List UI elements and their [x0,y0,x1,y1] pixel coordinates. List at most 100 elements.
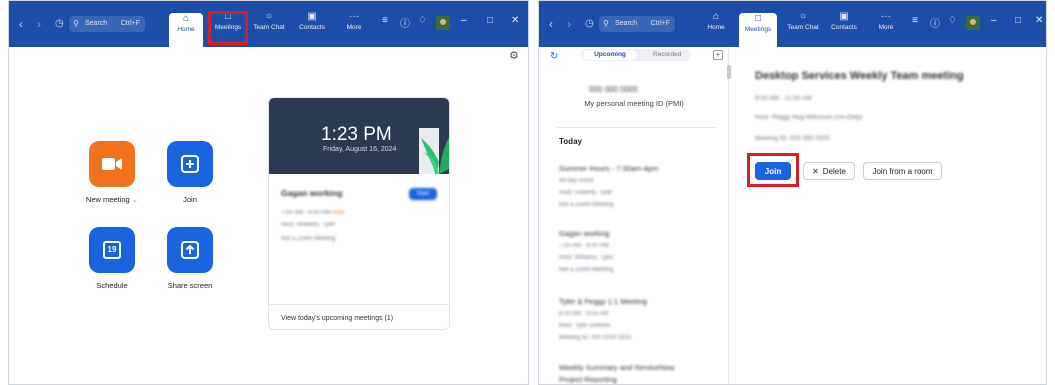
upcoming-meeting-card: 1:23 PM Friday, August 16, 2024 Gagan wo… [268,97,450,330]
list-item-title[interactable]: Weekly Summary and ServiceNow [559,363,674,372]
start-meeting-button[interactable]: Start [409,188,437,200]
view-upcoming-link[interactable]: View today's upcoming meetings (1) [281,315,393,322]
tab-home-label: Home [707,24,725,31]
close-icon[interactable]: ✕ [1035,15,1043,26]
more-icon: ··· [349,11,359,22]
list-item-line: Meeting ID: 000 0000 0000 [559,335,632,341]
tab-contacts-label: Contacts [831,24,857,31]
contacts-icon: ▣ [307,11,317,22]
tab-meetings-label: Meetings [744,26,772,33]
tab-team-chat-label: Team Chat [787,24,819,31]
join-button[interactable] [167,141,213,187]
share-screen-icon [181,241,199,259]
home-icon: ⌂ [712,11,720,22]
highlight-join-button [747,153,799,187]
tab-more-label: More [346,24,362,31]
pmi-label: My personal meeting ID (PMI) [584,99,684,108]
join-label: Join [183,195,197,204]
avatar[interactable] [966,16,980,30]
list-item-line: 8:30 AM - 9:00 AM [559,311,609,317]
back-icon[interactable]: ‹ [549,1,553,47]
list-item-line: Host: Tyler Gribenk [559,323,611,329]
whiteboard-icon[interactable]: ≡ [382,15,388,26]
list-item-title[interactable]: Tyler & Peggy 1:1 Meeting [559,297,647,306]
tab-contacts[interactable]: ▣ Contacts [827,11,861,41]
delete-button[interactable]: ✕ Delete [803,162,855,180]
today-heading: Today [559,137,582,146]
share-screen-button[interactable] [167,227,213,273]
tab-team-chat[interactable]: ○ Team Chat [249,11,289,41]
history-icon[interactable]: ◷ [585,1,594,47]
delete-label: Delete [822,166,846,176]
title-bar: ‹ › ◷ ⚲ Search Ctrl+F ⌂ Home □ Meetings … [9,1,528,47]
search-icon: ⚲ [603,19,609,28]
meeting-detail-title: Desktop Services Weekly Team meeting [755,70,964,82]
zoom-window-home: ‹ › ◷ ⚲ Search Ctrl+F ⌂ Home □ Meetings … [8,0,529,385]
bell-icon[interactable]: ♢ [418,15,427,26]
meeting-detail-time: 9:00 AM - 11:00 AM [755,95,812,102]
tab-home[interactable]: ⌂ Home [169,13,203,47]
current-date: Friday, August 16, 2024 [323,146,397,153]
settings-gear-icon[interactable]: ⚙ [509,49,519,62]
close-icon[interactable]: ✕ [511,15,519,26]
schedule-button[interactable]: 19 [89,227,135,273]
delete-icon: ✕ [812,166,819,176]
meetings-sidebar [539,47,729,384]
help-icon[interactable]: ⓘ [930,15,940,30]
tab-recorded[interactable]: Recorded [653,49,681,61]
search-label: Search [615,20,638,27]
help-icon[interactable]: ⓘ [400,15,410,30]
share-screen-label: Share screen [167,281,213,290]
whiteboard-icon[interactable]: ≡ [912,15,918,26]
avatar[interactable] [436,16,450,30]
tab-more[interactable]: ··· More [337,11,371,41]
forward-icon[interactable]: › [37,1,41,47]
tab-home[interactable]: ⌂ Home [699,11,733,41]
list-item-line: 7:00 AM - 8:00 PM [559,243,609,249]
search-box[interactable]: ⚲ Search Ctrl+F [599,16,675,32]
pmi-number: 000 000 0000 [589,85,638,94]
new-meeting-label: New meeting ⌄ [85,195,139,204]
zoom-window-meetings: ‹ › ◷ ⚲ Search Ctrl+F ⌂ Home □ Meetings … [538,0,1047,385]
current-time: 1:23 PM [321,124,392,145]
calendar-icon: 19 [103,241,121,259]
forward-icon[interactable]: › [567,1,571,47]
tab-team-chat[interactable]: ○ Team Chat [783,11,823,41]
minimize-icon[interactable]: – [991,15,997,26]
title-bar: ‹ › ◷ ⚲ Search Ctrl+F ⌂ Home □ Meetings … [539,1,1046,47]
new-meeting-button[interactable] [89,141,135,187]
bell-icon[interactable]: ♢ [948,15,957,26]
minimize-icon[interactable]: – [461,15,467,26]
tab-home-label: Home [177,26,195,33]
list-item-line: Not a Zoom Meeting [559,267,614,273]
chat-icon: ○ [265,11,273,22]
maximize-icon[interactable]: □ [487,15,493,26]
history-icon[interactable]: ◷ [55,1,64,47]
tab-upcoming[interactable]: Upcoming [583,50,637,60]
schedule-label: Schedule [96,281,128,290]
tab-team-chat-label: Team Chat [253,24,285,31]
join-from-room-button[interactable]: Join from a room [863,162,942,180]
tab-contacts-label: Contacts [299,24,325,31]
list-item-title[interactable]: Gagan working [559,229,609,238]
meeting-detail-id: Meeting ID: 000 000 0000 [755,135,830,142]
list-item-line: Project Reporting [559,375,617,384]
search-box[interactable]: ⚲ Search Ctrl+F [69,16,145,32]
home-icon: ⌂ [182,13,190,24]
list-item-title[interactable]: Summer Hours - 7:30am-4pm [559,164,658,173]
refresh-icon[interactable]: ↻ [550,51,558,62]
list-item-line: Host: Williams, Tyler [559,255,614,261]
maximize-icon[interactable]: □ [1015,15,1021,26]
video-camera-icon [102,158,122,170]
highlight-meetings-tab [208,11,248,45]
meeting-time: 7:00 AM - 8:00 PM Now [281,210,345,216]
add-meeting-icon[interactable]: + [713,50,723,60]
plus-icon [181,155,199,173]
plant-illustration [419,128,449,174]
back-icon[interactable]: ‹ [19,1,23,47]
tab-meetings[interactable]: □ Meetings [739,13,777,47]
search-icon: ⚲ [73,19,79,28]
tab-more[interactable]: ··· More [869,11,903,41]
scrollbar-thumb[interactable] [727,65,731,79]
tab-contacts[interactable]: ▣ Contacts [295,11,329,41]
